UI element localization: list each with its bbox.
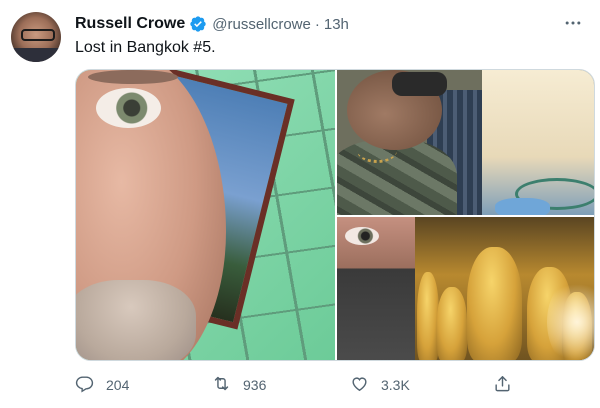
author-name[interactable]: Russell Crowe [75,15,185,33]
media-grid [75,69,595,361]
like-count: 3.3K [381,377,410,393]
timestamp[interactable]: 13h [324,16,349,33]
author-handle[interactable]: @russellcrowe [212,16,311,33]
like-icon [350,374,369,396]
photo-selfie-tiles[interactable] [76,70,335,360]
buddha-statue [417,272,439,360]
retweet-icon [212,374,231,396]
sunglasses [392,72,447,96]
retweet-count: 936 [243,377,267,393]
buddha-statue [437,287,467,360]
eyebrow [88,70,178,84]
like-button[interactable]: 3.3K [350,372,410,398]
glove [495,198,550,215]
photo-vendor[interactable] [337,70,594,215]
avatar[interactable] [11,12,61,62]
reply-count: 204 [106,377,130,393]
person-body [337,140,457,215]
eye [345,227,379,245]
tweet-header: Russell Crowe @russellcrowe · 13h [75,13,349,35]
action-bar: 204 936 3.3K [75,372,595,398]
verified-badge-icon [189,15,207,33]
reply-button[interactable]: 204 [75,372,129,398]
beard [76,280,196,360]
more-icon[interactable] [562,12,584,34]
buddha-statue [467,247,522,360]
share-icon [493,374,512,396]
share-button[interactable] [493,372,512,398]
reply-icon [75,374,94,396]
retweet-button[interactable]: 936 [212,372,266,398]
photo-buddhas[interactable] [337,217,594,360]
tweet-text: Lost in Bangkok #5. [75,39,216,56]
separator-dot: · [314,15,320,33]
eye [96,88,161,128]
avatar-glasses [21,29,55,41]
avatar-shirt [11,48,61,62]
